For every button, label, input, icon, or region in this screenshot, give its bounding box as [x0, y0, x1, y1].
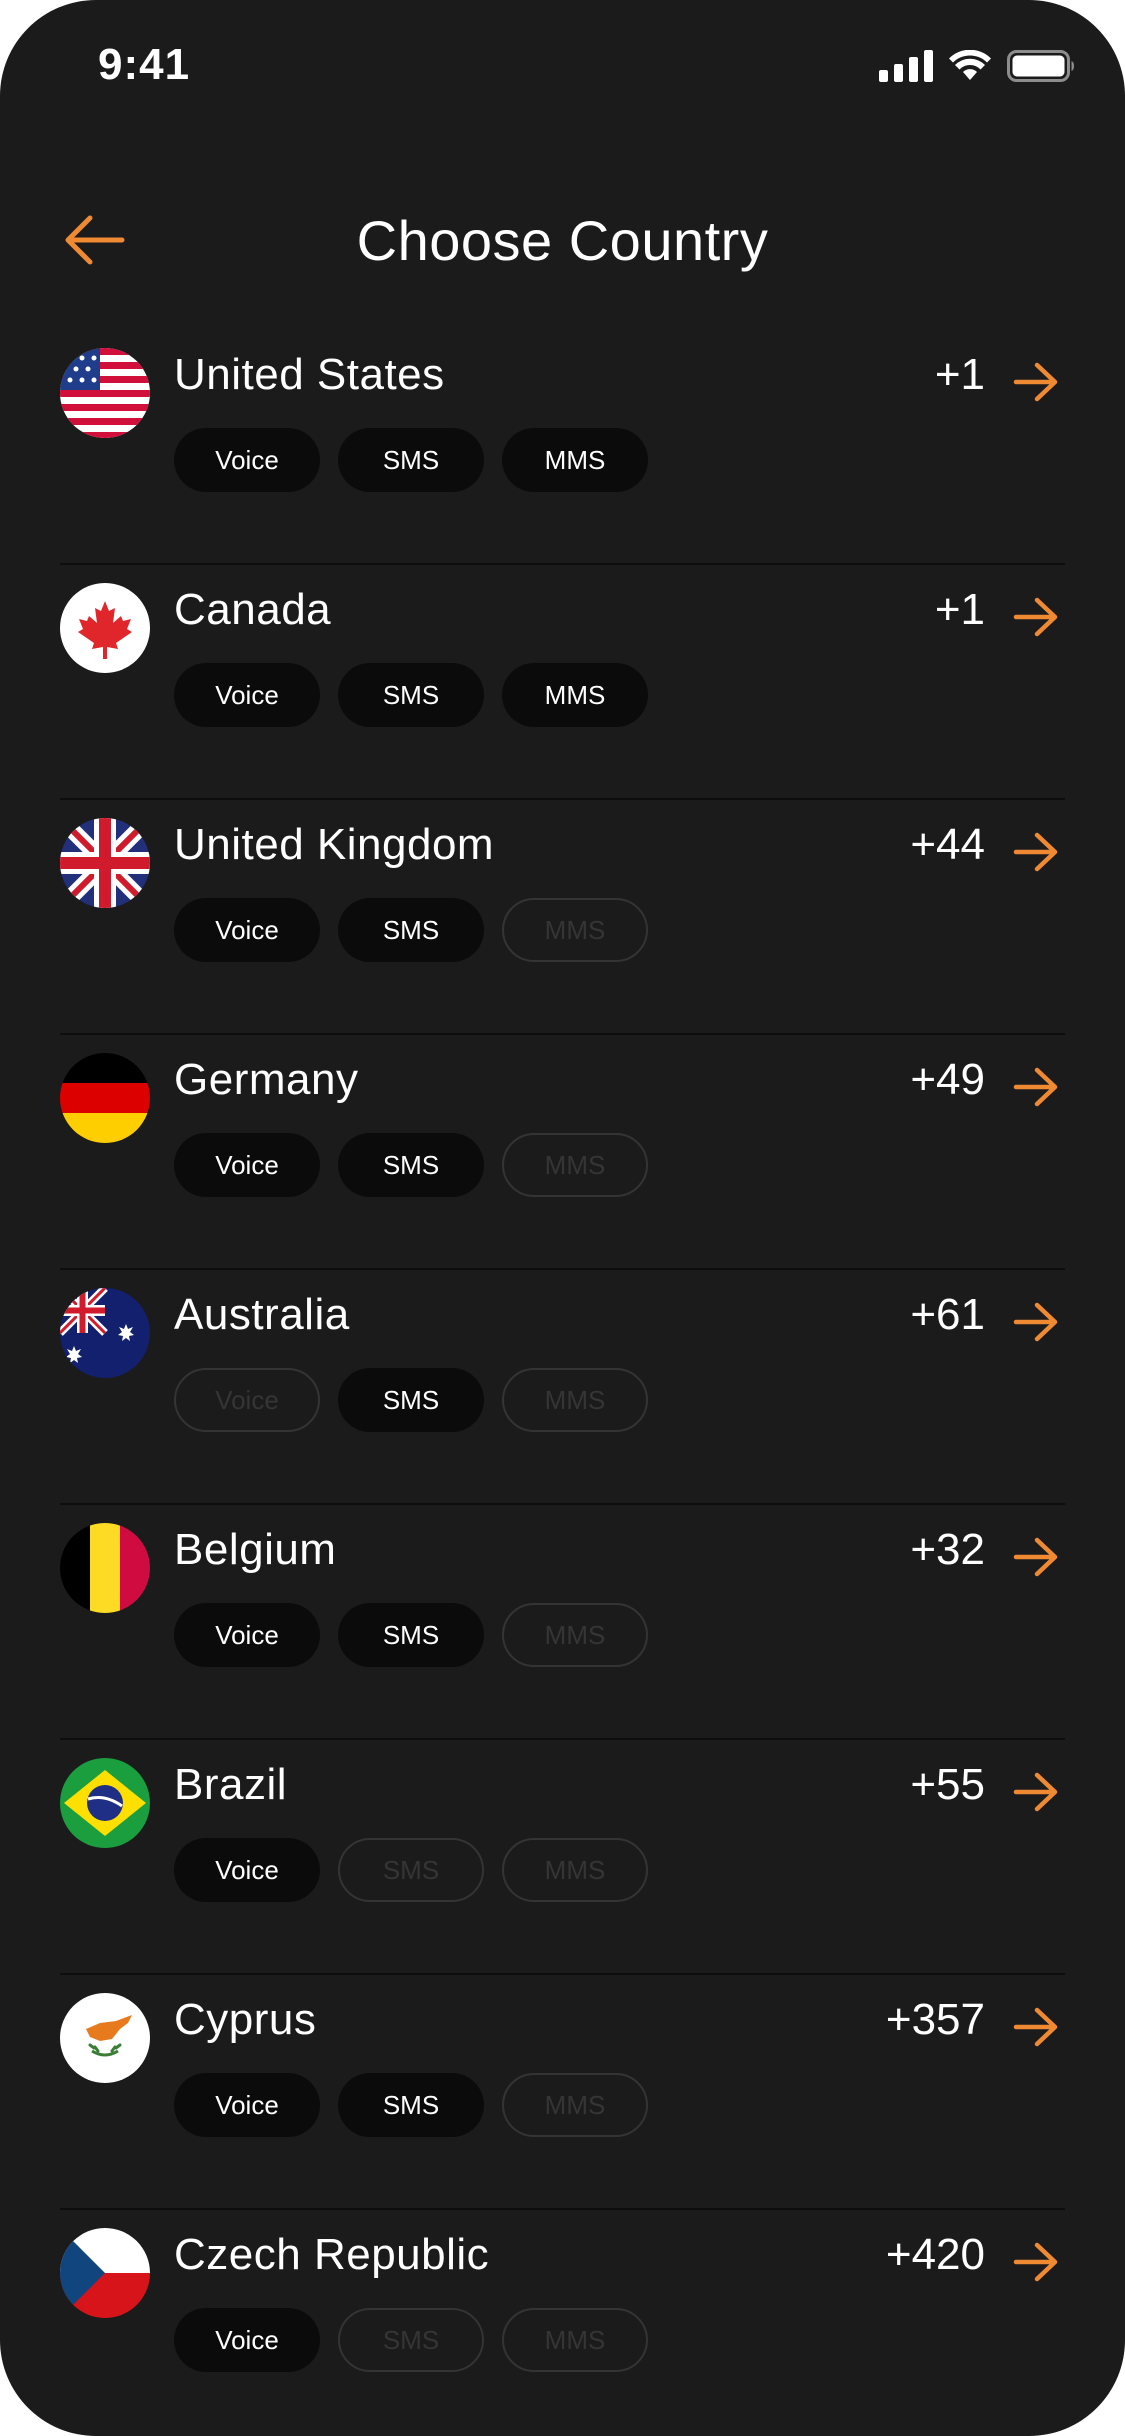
service-chip-mms: MMS — [502, 2073, 648, 2137]
service-chip-voice: Voice — [174, 1603, 320, 1667]
service-chips: Voice SMS MMS — [174, 1603, 648, 1667]
canada-flag-icon — [60, 583, 150, 673]
us-flag-icon — [60, 348, 150, 438]
australia-flag-icon — [60, 1288, 150, 1378]
dial-code: +55 — [910, 1760, 985, 1809]
service-chips: Voice SMS MMS — [174, 1133, 648, 1197]
dial-code: +357 — [885, 1995, 985, 2044]
country-row[interactable]: Australia +61 Voice SMS MMS — [60, 1270, 1065, 1505]
service-chip-sms: SMS — [338, 898, 484, 962]
service-chip-mms: MMS — [502, 898, 648, 962]
status-icons — [879, 50, 1075, 82]
service-chip-voice: Voice — [174, 1838, 320, 1902]
dial-code: +44 — [910, 820, 985, 869]
service-chip-sms: SMS — [338, 663, 484, 727]
country-row[interactable]: Germany +49 Voice SMS MMS — [60, 1035, 1065, 1270]
service-chip-voice: Voice — [174, 2308, 320, 2372]
country-row[interactable]: Brazil +55 Voice SMS MMS — [60, 1740, 1065, 1975]
germany-flag-icon — [60, 1053, 150, 1143]
country-row[interactable]: Belgium +32 Voice SMS MMS — [60, 1505, 1065, 1740]
country-name: United Kingdom — [174, 820, 495, 869]
dial-code: +1 — [934, 585, 985, 634]
arrow-right-icon[interactable] — [1013, 362, 1059, 402]
wifi-icon — [949, 50, 991, 82]
service-chip-mms: MMS — [502, 1838, 648, 1902]
service-chip-mms: MMS — [502, 1603, 648, 1667]
arrow-right-icon[interactable] — [1013, 1537, 1059, 1577]
service-chip-voice: Voice — [174, 663, 320, 727]
country-name: Germany — [174, 1055, 359, 1104]
country-name: Canada — [174, 585, 332, 634]
service-chips: Voice SMS MMS — [174, 898, 648, 962]
service-chip-sms: SMS — [338, 1838, 484, 1902]
dial-code: +32 — [910, 1525, 985, 1574]
service-chip-sms: SMS — [338, 2073, 484, 2137]
service-chips: Voice SMS MMS — [174, 1368, 648, 1432]
service-chip-sms: SMS — [338, 2308, 484, 2372]
country-list: United States +1 Voice SMS MMS Canada +1 Voi… — [60, 330, 1065, 2436]
service-chip-voice: Voice — [174, 2073, 320, 2137]
battery-icon — [1007, 50, 1075, 82]
country-row[interactable]: United States +1 Voice SMS MMS — [60, 330, 1065, 565]
phone-screen: 9:41 Choose Country United States +1 Voi… — [0, 0, 1125, 2436]
service-chips: Voice SMS MMS — [174, 663, 648, 727]
dial-code: +61 — [910, 1290, 985, 1339]
service-chips: Voice SMS MMS — [174, 2308, 648, 2372]
service-chip-voice: Voice — [174, 898, 320, 962]
service-chip-voice: Voice — [174, 428, 320, 492]
service-chips: Voice SMS MMS — [174, 1838, 648, 1902]
country-name: Australia — [174, 1290, 350, 1339]
arrow-right-icon[interactable] — [1013, 597, 1059, 637]
service-chips: Voice SMS MMS — [174, 428, 648, 492]
arrow-right-icon[interactable] — [1013, 2242, 1059, 2282]
status-time: 9:41 — [98, 40, 191, 89]
service-chip-mms: MMS — [502, 663, 648, 727]
czech-flag-icon — [60, 2228, 150, 2318]
country-name: Czech Republic — [174, 2230, 490, 2279]
service-chip-mms: MMS — [502, 1368, 648, 1432]
country-name: United States — [174, 350, 445, 399]
service-chip-sms: SMS — [338, 1603, 484, 1667]
service-chip-mms: MMS — [502, 1133, 648, 1197]
arrow-right-icon[interactable] — [1013, 832, 1059, 872]
dial-code: +420 — [885, 2230, 985, 2279]
arrow-right-icon[interactable] — [1013, 1772, 1059, 1812]
dial-code: +49 — [910, 1055, 985, 1104]
uk-flag-icon — [60, 818, 150, 908]
service-chip-voice: Voice — [174, 1133, 320, 1197]
page-title: Choose Country — [356, 209, 769, 272]
country-name: Cyprus — [174, 1995, 317, 2044]
country-row[interactable]: Czech Republic +420 Voice SMS MMS — [60, 2210, 1065, 2436]
service-chip-sms: SMS — [338, 428, 484, 492]
service-chips: Voice SMS MMS — [174, 2073, 648, 2137]
country-row[interactable]: United Kingdom +44 Voice SMS MMS — [60, 800, 1065, 1035]
arrow-right-icon[interactable] — [1013, 1302, 1059, 1342]
dial-code: +1 — [934, 350, 985, 399]
brazil-flag-icon — [60, 1758, 150, 1848]
service-chip-sms: SMS — [338, 1368, 484, 1432]
country-row[interactable]: Canada +1 Voice SMS MMS — [60, 565, 1065, 800]
country-name: Belgium — [174, 1525, 337, 1574]
country-name: Brazil — [174, 1760, 288, 1809]
arrow-right-icon[interactable] — [1013, 1067, 1059, 1107]
cyprus-flag-icon — [60, 1993, 150, 2083]
service-chip-sms: SMS — [338, 1133, 484, 1197]
cellular-signal-icon — [879, 50, 933, 82]
arrow-right-icon[interactable] — [1013, 2007, 1059, 2047]
service-chip-voice: Voice — [174, 1368, 320, 1432]
service-chip-mms: MMS — [502, 2308, 648, 2372]
belgium-flag-icon — [60, 1523, 150, 1613]
country-row[interactable]: Cyprus +357 Voice SMS MMS — [60, 1975, 1065, 2210]
service-chip-mms: MMS — [502, 428, 648, 492]
